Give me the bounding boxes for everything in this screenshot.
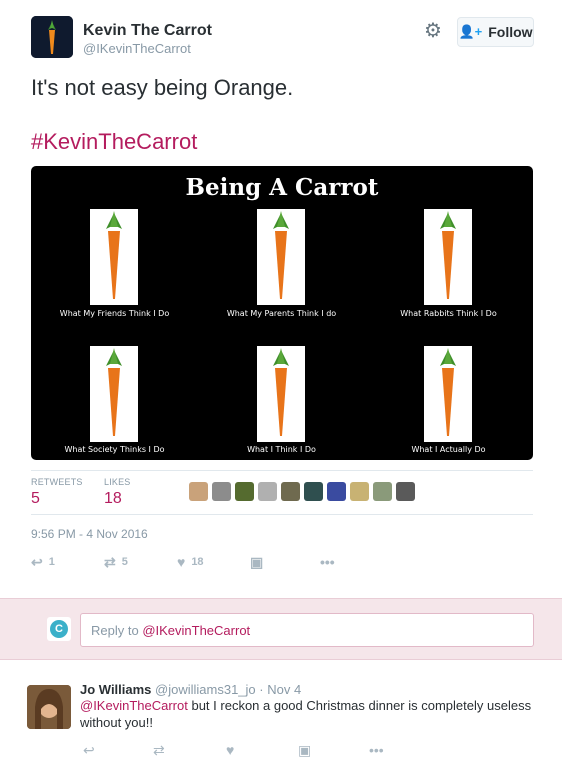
reply-retweet-icon[interactable]: ⇄: [153, 742, 165, 759]
media-caption: What My Parents Think I do: [226, 309, 337, 318]
divider: [31, 514, 533, 515]
author-name[interactable]: Kevin The Carrot: [83, 22, 212, 40]
reply-prefix: Reply to: [91, 623, 143, 638]
likes-count[interactable]: 18: [104, 490, 122, 508]
reply-reply-icon[interactable]: ↩: [83, 742, 95, 759]
reply-header: Jo Williams @jowilliams31_jo · Nov 4: [80, 682, 301, 697]
liker-avatar[interactable]: [327, 482, 346, 501]
carrot-image: [424, 346, 472, 442]
media-caption: What I Actually Do: [411, 445, 486, 454]
reply-date[interactable]: Nov 4: [267, 682, 301, 697]
more-action[interactable]: •••: [320, 553, 335, 571]
media-cell: What I Actually Do: [365, 346, 532, 460]
carrot-image: [257, 346, 305, 442]
current-user-avatar: C: [47, 617, 71, 641]
media-cell: What Rabbits Think I Do: [365, 209, 532, 339]
liker-avatar[interactable]: [212, 482, 231, 501]
liker-avatar[interactable]: [258, 482, 277, 501]
media-cell: What I Think I Do: [198, 346, 365, 460]
reply-more-icon[interactable]: •••: [369, 742, 384, 758]
media-cell: What Society Thinks I Do: [31, 346, 198, 460]
message-icon: ▣: [250, 554, 264, 570]
reply-composer: C Reply to @IKevinTheCarrot: [0, 598, 562, 660]
retweet-action[interactable]: ⇄ 5: [104, 553, 128, 571]
carrot-image: [424, 209, 472, 305]
retweet-icon: ⇄: [104, 554, 116, 570]
liker-avatar[interactable]: [281, 482, 300, 501]
media-caption: What Society Thinks I Do: [64, 445, 165, 454]
reply-action[interactable]: ↩ 1: [31, 553, 55, 571]
logo-icon: C: [50, 620, 68, 638]
reply-icon: ↩: [31, 554, 43, 570]
follow-button[interactable]: 👤+ Follow: [457, 17, 534, 47]
carrot-image: [90, 209, 138, 305]
reply-author-name[interactable]: Jo Williams: [80, 682, 151, 697]
reply-text: @IKevinTheCarrot but I reckon a good Chr…: [80, 697, 540, 731]
reply-author-avatar[interactable]: [27, 685, 71, 729]
likes-label: LIKES: [104, 477, 131, 487]
heart-icon: ♥: [177, 554, 186, 570]
tweet-media[interactable]: Being A Carrot What My Friends Think I D…: [31, 166, 533, 460]
media-title: Being A Carrot: [185, 174, 379, 201]
follow-label: Follow: [488, 24, 533, 40]
retweet-count: 5: [121, 556, 128, 568]
like-action[interactable]: ♥ 18: [177, 553, 204, 571]
tweet-text: It's not easy being Orange.: [31, 75, 294, 100]
hashtag-link[interactable]: #KevinTheCarrot: [31, 128, 197, 155]
liker-avatar[interactable]: [189, 482, 208, 501]
direct-message-action[interactable]: ▣: [250, 553, 263, 571]
retweets-count[interactable]: 5: [31, 490, 40, 508]
like-count: 18: [191, 556, 204, 568]
media-cell: What My Parents Think I do: [198, 209, 365, 339]
reply-message-icon[interactable]: ▣: [298, 742, 311, 759]
reply-heart-icon[interactable]: ♥: [226, 742, 234, 758]
liker-avatar[interactable]: [373, 482, 392, 501]
tweet-timestamp[interactable]: 9:56 PM - 4 Nov 2016: [31, 527, 148, 541]
carrot-image: [257, 209, 305, 305]
reply-mention: @IKevinTheCarrot: [142, 623, 251, 638]
media-caption: What Rabbits Think I Do: [400, 309, 497, 318]
carrot-image: [90, 346, 138, 442]
liker-avatar[interactable]: [396, 482, 415, 501]
reply-count: 1: [48, 556, 55, 568]
more-icon: •••: [320, 554, 335, 570]
media-caption: What My Friends Think I Do: [59, 309, 170, 318]
liker-avatar[interactable]: [304, 482, 323, 501]
retweets-label: RETWEETS: [31, 477, 83, 487]
reply-separator: ·: [259, 682, 264, 697]
reply-author-handle[interactable]: @jowilliams31_jo: [155, 682, 256, 697]
divider: [31, 470, 533, 471]
likers-avatars: [189, 482, 415, 504]
media-cell: What My Friends Think I Do: [31, 209, 198, 339]
author-handle[interactable]: @IKevinTheCarrot: [83, 41, 191, 56]
reply-input[interactable]: Reply to @IKevinTheCarrot: [80, 613, 534, 647]
author-avatar[interactable]: [31, 16, 73, 58]
liker-avatar[interactable]: [235, 482, 254, 501]
tweet-card: Kevin The Carrot @IKevinTheCarrot ⚙ 👤+ F…: [0, 0, 562, 598]
media-caption: What I Think I Do: [247, 445, 316, 454]
reply-text-mention[interactable]: @IKevinTheCarrot: [80, 698, 188, 713]
gear-icon[interactable]: ⚙: [423, 21, 443, 41]
add-user-icon: 👤+: [458, 24, 483, 39]
liker-avatar[interactable]: [350, 482, 369, 501]
